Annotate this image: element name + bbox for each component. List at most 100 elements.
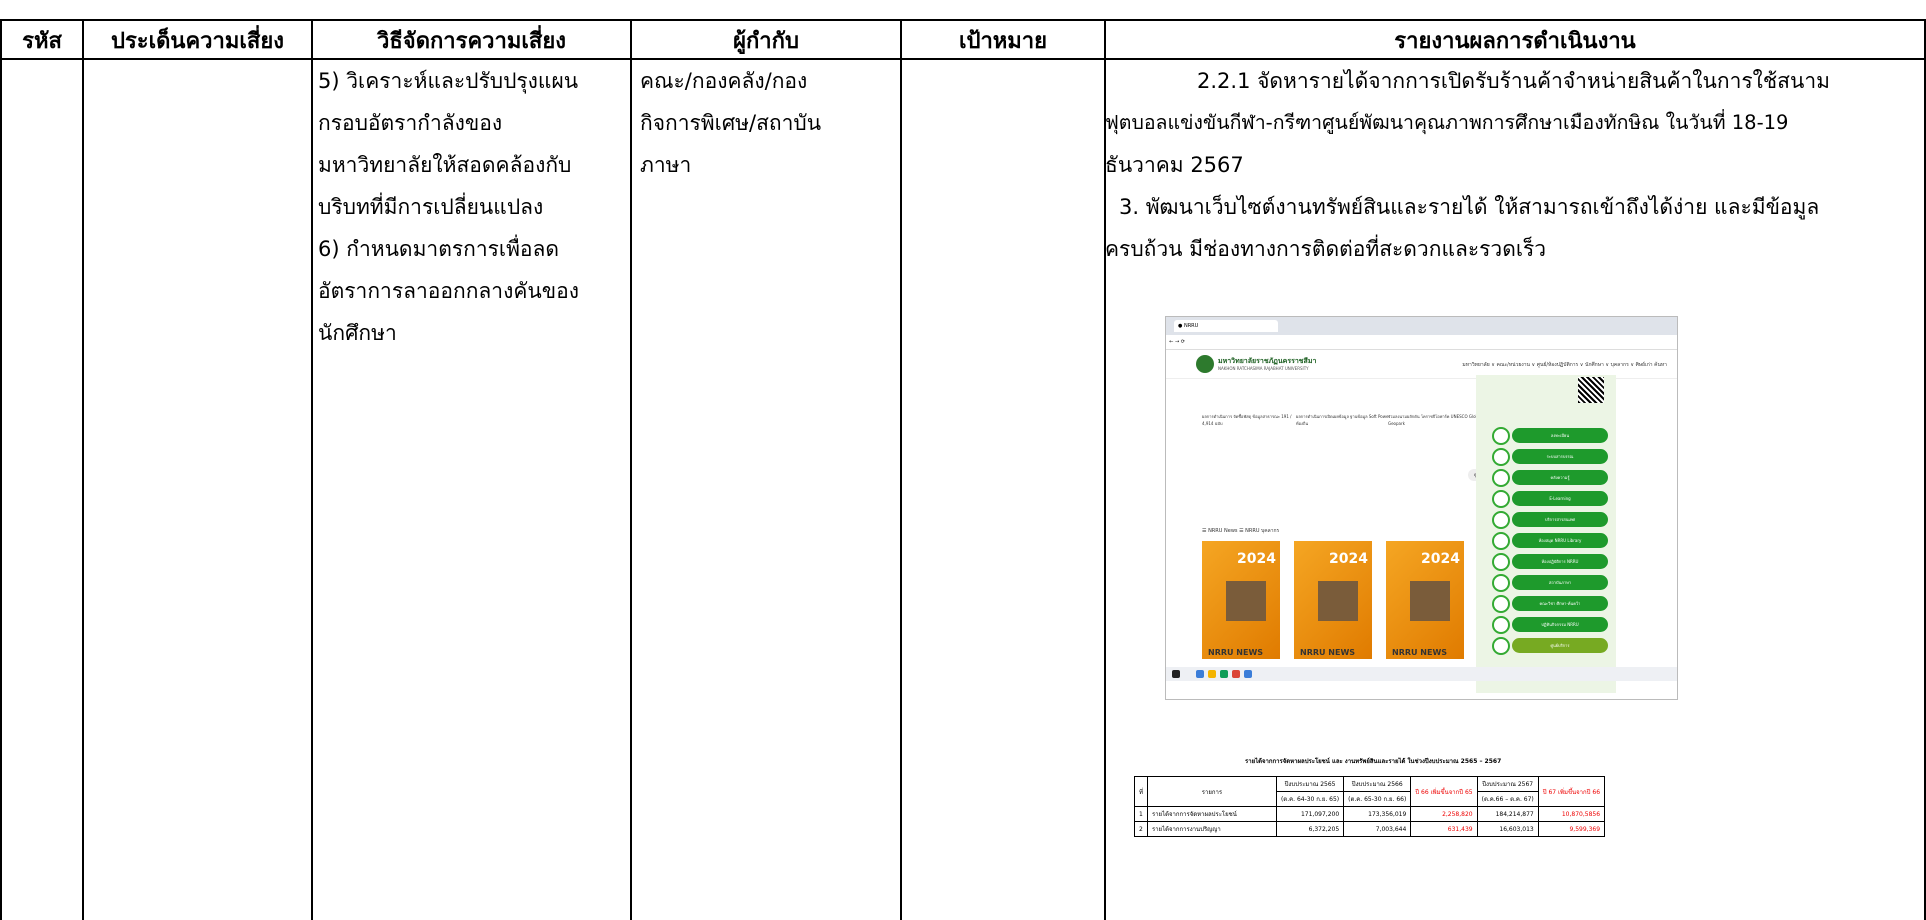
website-screenshot: ● NRRU ← → ⟳ มหาวิทยาลัยราชภัฏนครราชสีมา…: [1165, 316, 1678, 700]
taskbar-app-icon: [1244, 670, 1252, 678]
header-code: รหัส: [22, 28, 62, 54]
income-table: ที่ รายการ ปีงบประมาณ 2565 ปีงบประมาณ 25…: [1134, 776, 1606, 837]
news-text: ผลการดำเนินการ จัดซื้อพัสดุ ข้อมูลสาธารณ…: [1202, 414, 1292, 426]
method-line: อัตราการลาออกกลางคันของ: [318, 279, 579, 303]
supervisor-line: ภาษา: [640, 153, 692, 177]
taskbar-app-icon: [1220, 670, 1228, 678]
sidebar-icon: [1492, 532, 1510, 550]
poster-photo: [1410, 581, 1450, 621]
sidebar-icon: [1492, 595, 1510, 613]
university-logo: [1196, 355, 1214, 373]
col-border-0: [0, 19, 2, 920]
method-line: บริบทที่มีการเปลี่ยนแปลง: [318, 195, 544, 219]
cell: 2: [1134, 821, 1148, 837]
news-label: NEWS: [1254, 397, 1276, 405]
col-2567: ปีงบประมาณ 2567: [1476, 776, 1539, 792]
report-line: 2.2.1 จัดหารายได้จากการเปิดรับร้านค้าจำห…: [1197, 69, 1830, 93]
cell: รายได้จากการจัดหาผลประโยชน์: [1146, 806, 1277, 822]
sidebar-button: สถาบันภาษา: [1512, 575, 1608, 590]
sidebar-icon: [1492, 637, 1510, 655]
cell: 631,439: [1410, 821, 1478, 837]
poster-photo: [1318, 581, 1358, 621]
col-border-1: [82, 19, 84, 920]
qr-code: [1578, 377, 1604, 403]
taskbar-app-icon: [1208, 670, 1216, 678]
poster-name: NRRU NEWS: [1392, 648, 1448, 657]
cell: 184,214,877: [1476, 806, 1539, 822]
cell: 7,003,644: [1343, 821, 1412, 837]
poster-name: NRRU NEWS: [1208, 648, 1264, 657]
sidebar-button: E-Learning: [1512, 491, 1608, 506]
method-line: มหาวิทยาลัยให้สอดคล้องกับ: [318, 153, 572, 177]
method-line: นักศึกษา: [318, 321, 397, 345]
supervisor-line: กิจการพิเศษ/สถาบัน: [640, 111, 822, 135]
sidebar-icon: [1492, 490, 1510, 508]
site-subtitle: NAKHON RATCHASIMA RAJABHAT UNIVERSITY: [1218, 366, 1309, 371]
news-thumb: NEWS: [1388, 379, 1468, 409]
sidebar-icon: [1492, 511, 1510, 529]
news-poster: 2024 NRRU NEWS: [1294, 541, 1372, 659]
news-poster: 2024 NRRU NEWS: [1202, 541, 1280, 659]
news-text: ร่วมลงนามผลักดัน โคราชจีโอพาร์ค UNESCO G…: [1388, 414, 1482, 426]
cell: 171,097,200: [1275, 806, 1345, 822]
report-line: ฟุตบอลแข่งขันกีฬา-กรีฑาศูนย์พัฒนาคุณภาพก…: [1105, 111, 1789, 134]
sidebar-icon: [1492, 427, 1510, 445]
sidebar-button: ระบบสารบรรณ: [1512, 449, 1608, 464]
cell: 10,870,5856: [1537, 806, 1606, 822]
news-thumb: NEWS: [1296, 379, 1376, 409]
taskbar-app-icon: [1232, 670, 1240, 678]
method-line: 5) วิเคราะห์และปรับปรุงแผน: [318, 69, 579, 93]
sidebar-icon: [1492, 448, 1510, 466]
supervisor-line: คณะ/กองคลัง/กอง: [640, 69, 808, 93]
table-top-border: [0, 19, 1926, 21]
supervisor-cell: คณะ/กองคลัง/กอง กิจการพิเศษ/สถาบัน ภาษา: [640, 60, 895, 186]
col-2566-period: (ต.ค. 65-30 ก.ย. 66): [1343, 791, 1412, 807]
cell: 173,356,019: [1343, 806, 1412, 822]
col-border-3: [630, 19, 632, 920]
col-2567-period: (ต.ค.66 – ต.ค. 67): [1476, 791, 1539, 807]
sidebar-icon: [1492, 553, 1510, 571]
taskbar-app-icon: [1196, 670, 1204, 678]
report-line: 3. พัฒนาเว็บไซต์งานทรัพย์สินและรายได้ ให…: [1119, 195, 1820, 219]
news-label: NEWS: [1440, 397, 1462, 405]
cell: 16,603,013: [1476, 821, 1539, 837]
header-target: เป้าหมาย: [958, 28, 1048, 54]
col-2565: ปีงบประมาณ 2565: [1275, 776, 1345, 792]
header-report: รายงานผลการดำเนินงาน: [1394, 28, 1636, 54]
table-row: 2 รายได้จากการงานปริญญา 6,372,205 7,003,…: [1134, 821, 1606, 837]
col-2565-period: (ต.ค. 64-30 ก.ย. 65): [1275, 791, 1345, 807]
os-taskbar: [1166, 667, 1677, 681]
news-thumb: NEWS: [1202, 379, 1282, 409]
news-tabs: ☰ NRRU News ☰ NRRU บุคลากร: [1202, 528, 1280, 534]
poster-year: 2024: [1237, 551, 1276, 567]
poster-photo: [1226, 581, 1266, 621]
col-diff-66: ปี 66 เพิ่มขึ้นจากปี 65: [1410, 776, 1478, 807]
income-table-title: รายได้จากการจัดหาผลประโยชน์ และ งานทรัพย…: [1245, 758, 1502, 765]
cell: รายได้จากการงานปริญญา: [1146, 821, 1277, 837]
cell: 9,599,369: [1537, 821, 1606, 837]
sidebar-icon: [1492, 469, 1510, 487]
method-line: กรอบอัตรากำลังของ: [318, 111, 503, 135]
col-border-4: [900, 19, 902, 920]
news-text: ผลการดำเนินการเปิดเผยข้อมูล ฐานข้อมูล So…: [1296, 414, 1391, 426]
sidebar-button: ศูนย์บริการ: [1512, 638, 1608, 653]
col-border-2: [311, 19, 313, 920]
header-risk-issue: ประเด็นความเสี่ยง: [111, 28, 284, 54]
cell: 1: [1134, 806, 1148, 822]
header-supervisor: ผู้กำกับ: [733, 28, 799, 54]
browser-tabbar: ● NRRU: [1166, 317, 1677, 335]
risk-method-cell: 5) วิเคราะห์และปรับปรุงแผน กรอบอัตรากำลั…: [318, 60, 628, 354]
news-label: NEWS: [1348, 397, 1370, 405]
table-row: 1 รายได้จากการจัดหาผลประโยชน์ 171,097,20…: [1134, 806, 1606, 822]
report-line: ครบถ้วน มีช่องทางการติดต่อที่สะดวกและรวด…: [1105, 237, 1547, 261]
report-cell: 2.2.1 จัดหารายได้จากการเปิดรับร้านค้าจำห…: [1105, 60, 1920, 270]
sidebar-icon: [1492, 616, 1510, 634]
poster-year: 2024: [1421, 551, 1460, 567]
cell: 2,258,820: [1410, 806, 1478, 822]
site-menu: มหาวิทยาลัย ∨ คณะ/หน่วยงาน ∨ ศูนย์/ห้องป…: [1462, 362, 1667, 368]
sidebar-button: คณะวิชา ศึกษา-ค้นคว้า: [1512, 596, 1608, 611]
sidebar-button: บริการสารสนเทศ: [1512, 512, 1608, 527]
col-item: รายการ: [1146, 776, 1277, 807]
header-risk-method: วิธีจัดการความเสี่ยง: [377, 28, 566, 54]
browser-tab: ● NRRU: [1174, 320, 1278, 332]
